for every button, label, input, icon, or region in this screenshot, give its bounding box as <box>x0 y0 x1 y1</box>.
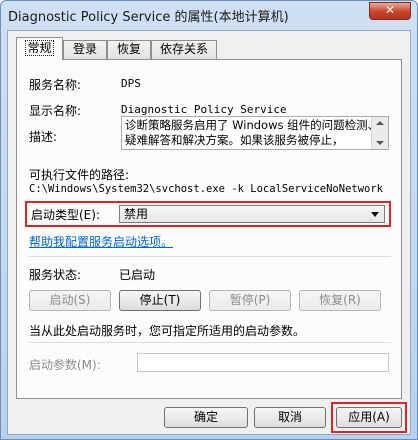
startup-type-value: 禁用 <box>124 207 149 221</box>
start-params-hint: 当从此处启动服务时，您可指定所适用的启动参数。 <box>29 324 306 338</box>
apply-button[interactable]: 应用(A) <box>336 407 402 428</box>
description-scrollbar[interactable] <box>371 117 388 149</box>
service-status-value: 已启动 <box>119 268 156 282</box>
window-title: Diagnostic Policy Service 的属性(本地计算机) <box>8 10 289 25</box>
cancel-button[interactable]: 取消 <box>254 407 326 428</box>
startup-type-label: 启动类型(E): <box>31 208 100 222</box>
service-status-label: 服务状态: <box>29 268 82 282</box>
description-label: 描述: <box>29 130 58 144</box>
tab-dependencies-label: 依存关系 <box>159 42 208 56</box>
service-name-label: 服务名称: <box>29 78 82 92</box>
close-icon: ✕ <box>384 3 396 17</box>
tab-logon-label: 登录 <box>72 42 97 56</box>
resume-service-button[interactable]: 恢复(R) <box>299 290 381 311</box>
separator <box>29 256 391 257</box>
service-name-value: DPS <box>121 77 141 90</box>
display-name-value: Diagnostic Policy Service <box>121 103 287 116</box>
general-tab-panel: 服务名称: DPS 显示名称: Diagnostic Policy Servic… <box>16 59 402 399</box>
ok-button[interactable]: 确定 <box>164 407 248 428</box>
start-params-label: 启动参数(M): <box>29 358 101 372</box>
exe-path-value: C:\Windows\System32\svchost.exe -k Local… <box>29 183 384 195</box>
help-startup-link[interactable]: 帮助我配置服务启动选项。 <box>29 233 173 250</box>
exe-path-label: 可执行文件的路径: <box>29 168 130 182</box>
tab-dependencies[interactable]: 依存关系 <box>151 40 217 59</box>
separator <box>29 342 391 343</box>
stop-service-button[interactable]: 停止(T) <box>119 290 201 311</box>
display-name-label: 显示名称: <box>29 104 82 118</box>
dialog-client-area: 常规 登录 恢复 依存关系 服务名称: DPS 显示名称: Diagnostic… <box>7 30 411 435</box>
title-bar[interactable]: Diagnostic Policy Service 的属性(本地计算机) ✕ <box>1 1 417 29</box>
startup-type-select[interactable]: 禁用 <box>119 205 385 223</box>
description-text: 诊断策略服务启用了 Windows 组件的问题检测、疑难解答和解决方案。如果该服… <box>125 118 380 147</box>
pause-service-button[interactable]: 暂停(P) <box>209 290 291 311</box>
service-properties-window: Diagnostic Policy Service 的属性(本地计算机) ✕ 常… <box>0 0 418 440</box>
chevron-down-icon <box>371 212 379 217</box>
tab-recovery[interactable]: 恢复 <box>107 40 151 59</box>
close-button[interactable]: ✕ <box>369 2 411 20</box>
start-service-button[interactable]: 启动(S) <box>29 290 111 311</box>
tab-general-label: 常规 <box>25 40 54 56</box>
tab-recovery-label: 恢复 <box>116 42 141 56</box>
tab-general[interactable]: 常规 <box>16 37 63 60</box>
tab-logon[interactable]: 登录 <box>63 40 107 59</box>
description-textbox[interactable]: 诊断策略服务启用了 Windows 组件的问题检测、疑难解答和解决方案。如果该服… <box>121 116 389 150</box>
start-params-input[interactable] <box>137 353 389 372</box>
scroll-down-icon[interactable] <box>376 141 384 145</box>
scroll-up-icon[interactable] <box>376 121 384 125</box>
